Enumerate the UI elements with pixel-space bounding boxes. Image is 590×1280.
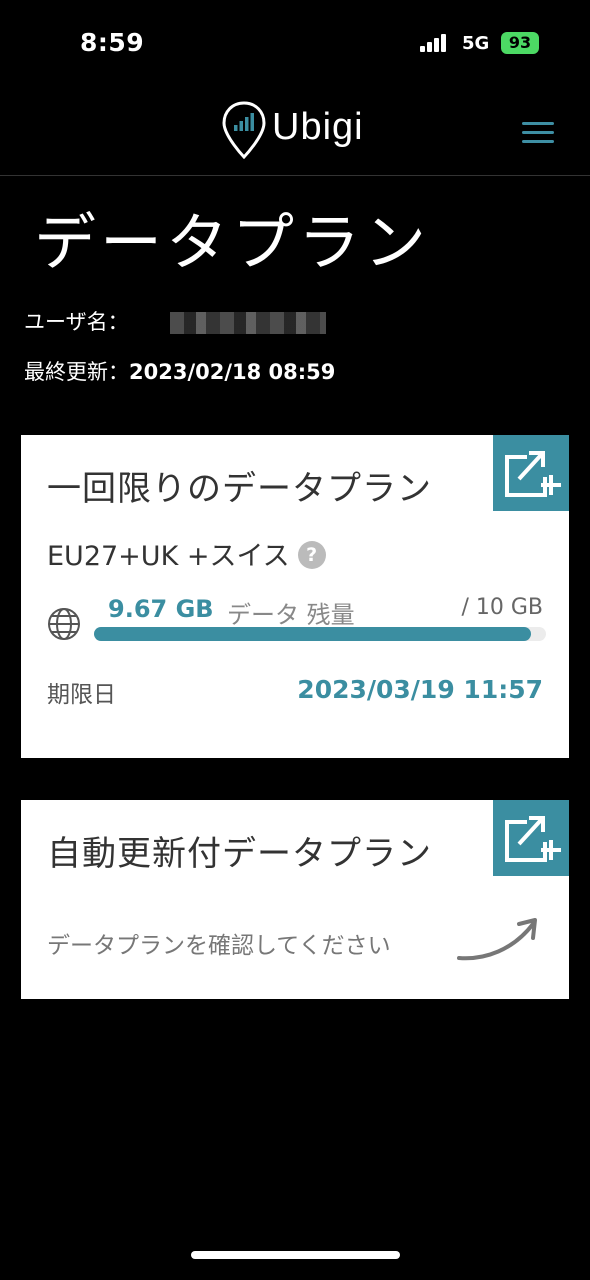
expiry-date: 2023/03/19 11:57 — [297, 675, 543, 704]
expiry-label: 期限日 — [47, 682, 116, 708]
add-plan-button[interactable] — [493, 435, 569, 511]
plan-name-text: EU27+UK +スイス — [47, 541, 290, 572]
last-updated-value: 2023/02/18 08:59 — [129, 360, 336, 384]
plan-name: EU27+UK +スイス? — [47, 534, 326, 573]
auto-renew-plan-card[interactable]: 自動更新付データプラン データプランを確認してください — [21, 800, 569, 999]
location-pin-logo-icon — [222, 101, 266, 159]
hamburger-menu-icon[interactable] — [522, 122, 556, 144]
data-progress-bar — [94, 627, 546, 641]
username-label: ユーザ名： — [24, 310, 129, 334]
last-updated: 最終更新：2023/02/18 08:59 — [24, 356, 335, 386]
one-time-plan-title: 一回限りのデータプラン — [47, 469, 432, 509]
confirm-plan-text[interactable]: データプランを確認してください — [47, 926, 391, 960]
add-external-icon — [505, 451, 561, 497]
data-remaining-value: 9.67 GB — [108, 595, 214, 623]
add-external-icon — [505, 816, 561, 862]
data-progress-fill — [94, 627, 532, 641]
curved-arrow-icon[interactable] — [455, 912, 541, 964]
home-indicator[interactable] — [191, 1251, 400, 1259]
data-total: / 10 GB — [461, 595, 543, 620]
status-time: 8:59 — [80, 28, 145, 57]
auto-renew-plan-title: 自動更新付データプラン — [47, 834, 432, 874]
help-icon[interactable]: ? — [297, 540, 326, 569]
last-updated-label: 最終更新： — [24, 360, 129, 384]
one-time-plan-card[interactable]: 一回限りのデータプラン EU27+UK +スイス? 9.67 GB データ 残量… — [21, 435, 569, 758]
globe-icon — [48, 608, 80, 640]
page-title: データプラン — [34, 206, 431, 279]
battery-icon: 93 — [501, 32, 539, 54]
username-value-redacted — [170, 312, 326, 334]
app-logo[interactable]: Ubigi — [272, 106, 364, 149]
cellular-signal-icon — [420, 34, 454, 52]
data-remaining-label: データ 残量 — [227, 601, 355, 629]
network-type: 5G — [462, 33, 490, 54]
add-auto-plan-button[interactable] — [493, 800, 569, 876]
battery-level: 93 — [508, 33, 532, 52]
